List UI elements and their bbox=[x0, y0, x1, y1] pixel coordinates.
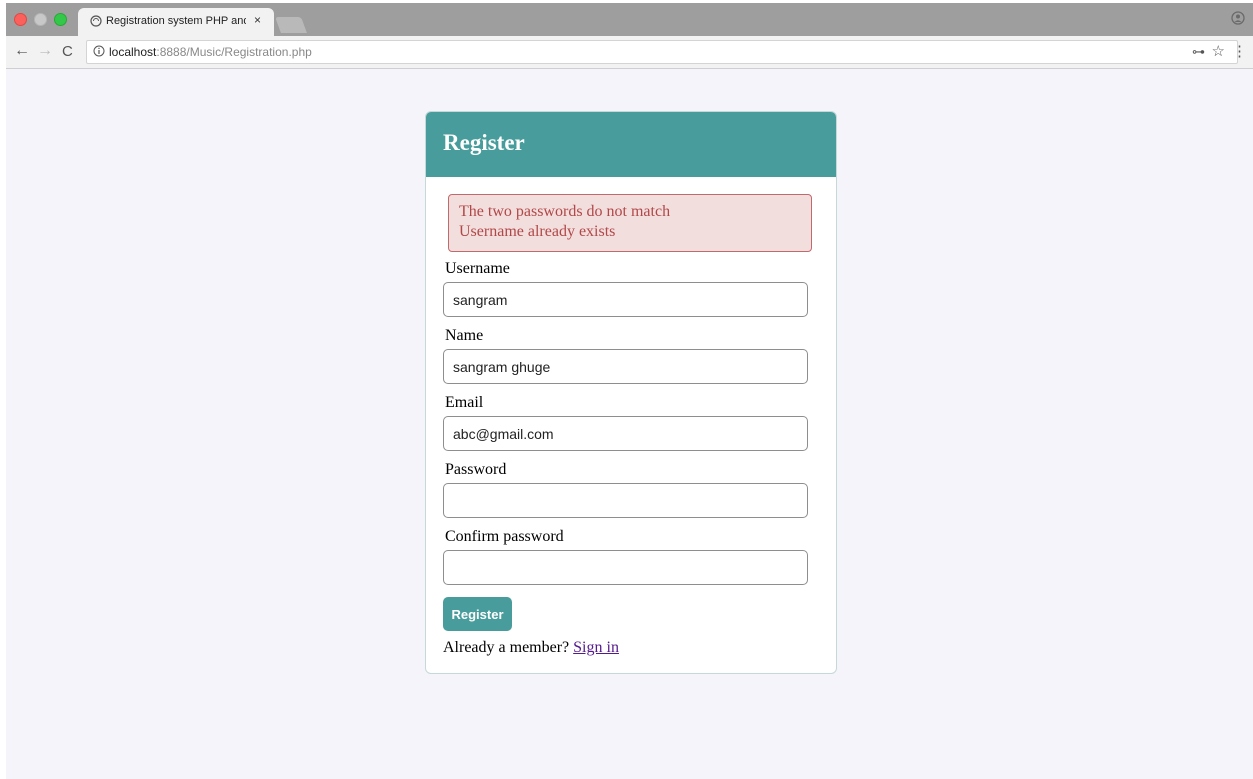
confirm-password-input[interactable] bbox=[443, 550, 808, 585]
username-input[interactable] bbox=[443, 282, 808, 317]
register-button[interactable]: Register bbox=[443, 597, 512, 631]
tab-title: Registration system PHP and M bbox=[106, 15, 246, 27]
reload-icon[interactable]: C bbox=[62, 43, 73, 60]
error-message: Username already exists bbox=[459, 223, 616, 240]
browser-toolbar: ← → C localhost:8888/Music/Registration.… bbox=[6, 36, 1253, 69]
star-icon[interactable]: ☆ bbox=[1212, 42, 1225, 60]
name-label: Name bbox=[445, 327, 484, 344]
error-message-box: The two passwords do not match Username … bbox=[448, 194, 812, 252]
password-input[interactable] bbox=[443, 483, 808, 518]
name-input[interactable] bbox=[443, 349, 808, 384]
sign-in-link[interactable]: Sign in bbox=[573, 639, 619, 656]
already-member-text: Already a member? Sign in bbox=[443, 639, 619, 657]
url-path: :8888/Music/Registration.php bbox=[156, 45, 312, 59]
globe-icon bbox=[90, 15, 102, 27]
close-window-button[interactable] bbox=[14, 13, 27, 26]
confirm-password-label: Confirm password bbox=[445, 528, 564, 545]
profile-icon[interactable] bbox=[1231, 11, 1245, 25]
address-bar[interactable]: localhost:8888/Music/Registration.php ⊶ … bbox=[86, 40, 1238, 64]
forward-icon[interactable]: → bbox=[37, 42, 53, 60]
browser-window: Registration system PHP and M × ← → C lo… bbox=[6, 3, 1253, 779]
page-title: Register bbox=[443, 130, 525, 155]
new-tab-button[interactable] bbox=[275, 17, 307, 33]
url-text[interactable]: localhost:8888/Music/Registration.php bbox=[109, 45, 312, 59]
email-label: Email bbox=[445, 394, 484, 411]
url-host: localhost bbox=[109, 45, 157, 59]
zoom-window-button[interactable] bbox=[54, 13, 67, 26]
minimize-window-button[interactable] bbox=[34, 13, 47, 26]
key-icon[interactable]: ⊶ bbox=[1192, 44, 1205, 60]
tab-close-icon[interactable]: × bbox=[254, 13, 261, 27]
title-bar: Registration system PHP and M × bbox=[6, 3, 1253, 36]
info-icon[interactable] bbox=[93, 45, 105, 57]
back-icon[interactable]: ← bbox=[14, 42, 30, 60]
register-card: Register The two passwords do not match … bbox=[425, 111, 837, 674]
member-prompt: Already a member? bbox=[443, 639, 574, 656]
browser-tab[interactable]: Registration system PHP and M × bbox=[78, 8, 274, 36]
card-header: Register bbox=[426, 112, 836, 177]
menu-icon[interactable]: ⋮ bbox=[1232, 42, 1247, 60]
username-label: Username bbox=[445, 260, 510, 277]
password-label: Password bbox=[445, 461, 507, 478]
email-input[interactable] bbox=[443, 416, 808, 451]
error-message: The two passwords do not match bbox=[459, 203, 671, 220]
